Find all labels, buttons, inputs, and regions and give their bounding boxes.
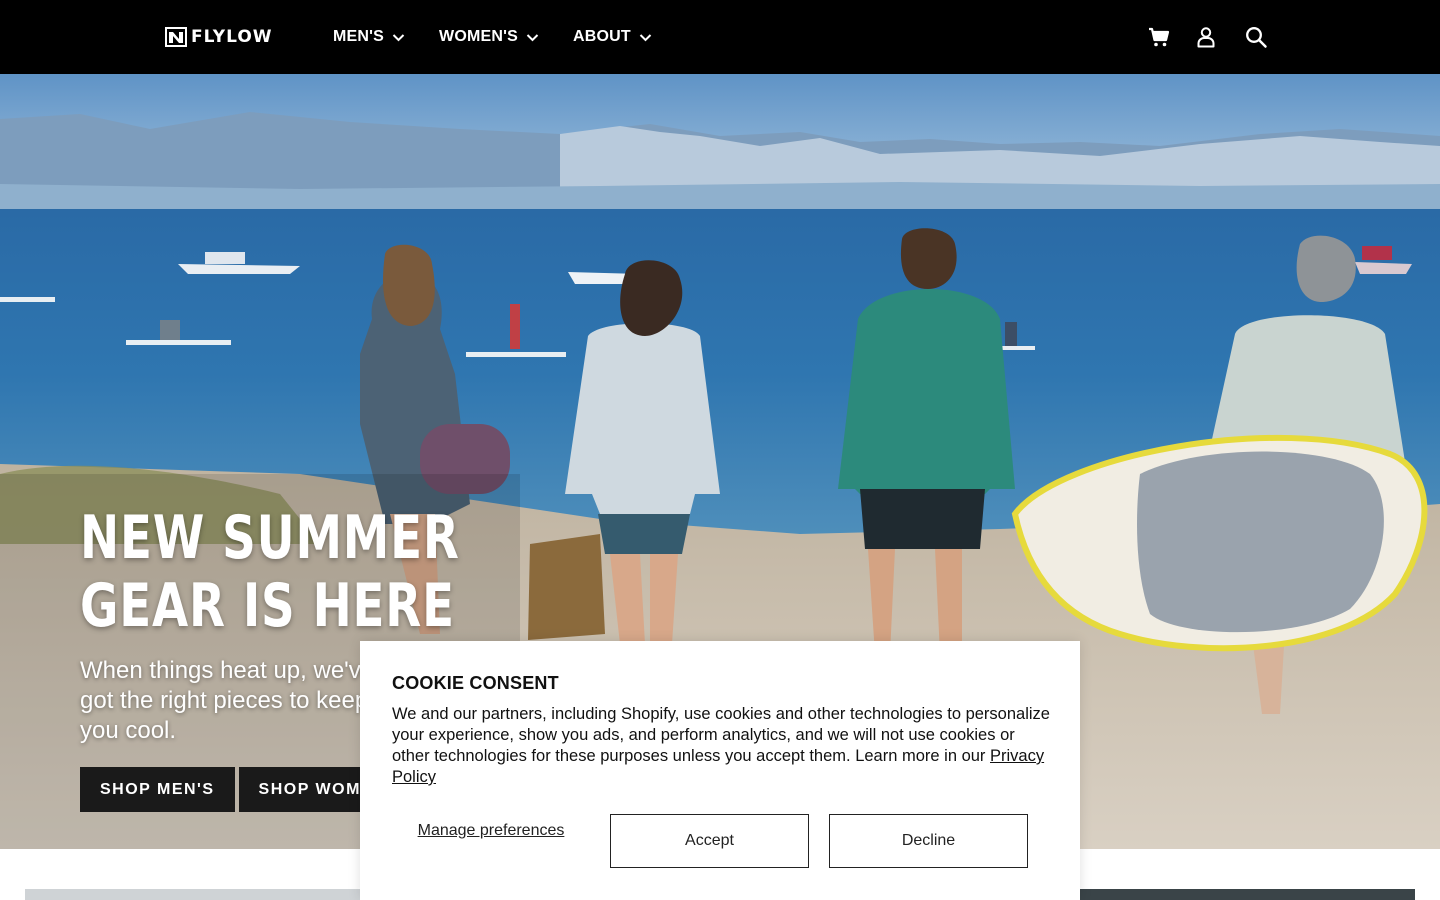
main-nav: MEN'S WOMEN'S ABOUT [333,0,652,74]
nav-womens[interactable]: WOMEN'S [439,28,539,46]
hero-title: NEW SUMMER GEAR IS HERE [80,504,460,640]
cookie-consent-dialog: COOKIE CONSENT We and our partners, incl… [360,641,1080,900]
chevron-down-icon [526,33,539,41]
featured-image-right[interactable] [1080,889,1415,900]
site-header: FLYLOW MEN'S WOMEN'S ABOUT [0,0,1440,74]
search-icon[interactable] [1244,25,1268,49]
logo-text: FLYLOW [191,27,273,47]
cookie-body-text: We and our partners, including Shopify, … [392,705,1050,765]
hero-title-line2: GEAR IS HERE [80,571,455,641]
nav-mens[interactable]: MEN'S [333,28,405,46]
nav-about-label: ABOUT [573,28,631,45]
accept-button[interactable]: Accept [610,814,809,868]
shop-mens-button[interactable]: SHOP MEN'S [80,767,235,812]
hero-title-line1: NEW SUMMER [80,503,460,573]
nav-womens-label: WOMEN'S [439,28,519,45]
cart-icon[interactable] [1147,25,1171,49]
manage-preferences-link[interactable]: Manage preferences [412,821,570,840]
chevron-down-icon [639,33,652,41]
nav-mens-label: MEN'S [333,28,385,45]
decline-button[interactable]: Decline [829,814,1028,868]
chevron-down-icon [392,33,405,41]
cookie-body: We and our partners, including Shopify, … [392,704,1052,788]
featured-image-left[interactable] [25,889,365,900]
flylow-logo[interactable]: FLYLOW [165,27,273,47]
nav-about[interactable]: ABOUT [573,28,652,46]
logo-mark-icon [165,27,187,47]
hero-subtitle: When things heat up, we've got the right… [80,657,375,744]
cookie-title: COOKIE CONSENT [392,673,559,693]
account-icon[interactable] [1194,25,1218,49]
cookie-actions: Manage preferences Accept Decline [392,814,1048,868]
